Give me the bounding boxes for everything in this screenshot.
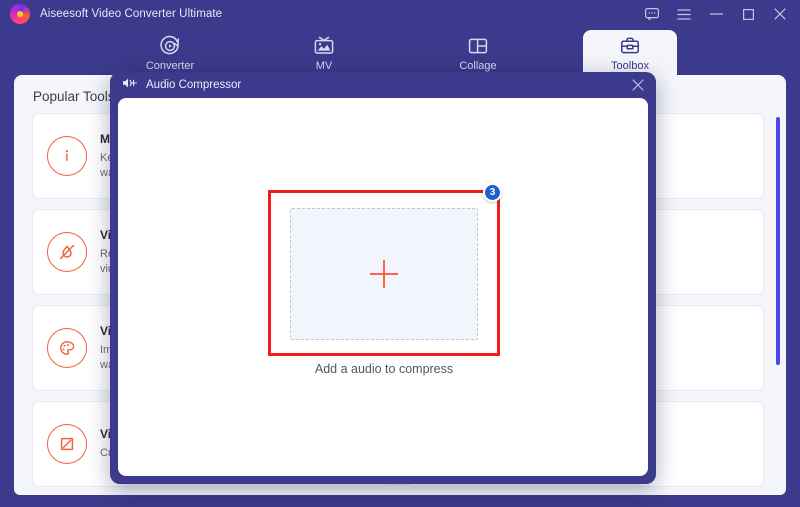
- title-bar: Aiseesoft Video Converter Ultimate: [0, 0, 800, 28]
- section-title: Popular Tools: [33, 89, 115, 104]
- audio-dropzone[interactable]: Add a audio to compress: [276, 208, 492, 388]
- dropzone-area[interactable]: [290, 208, 478, 340]
- audio-compressor-dialog: Audio Compressor Add a audio to compress: [110, 72, 656, 484]
- window-controls: [644, 6, 788, 22]
- tab-toolbox-label: Toolbox: [611, 60, 649, 72]
- tab-toolbox[interactable]: Toolbox: [583, 30, 677, 77]
- tab-mv[interactable]: MV: [277, 30, 371, 77]
- dialog-header: Audio Compressor: [110, 72, 656, 98]
- tab-collage[interactable]: Collage: [431, 30, 525, 77]
- app-title: Aiseesoft Video Converter Ultimate: [40, 8, 223, 20]
- minimize-icon[interactable]: [708, 6, 724, 22]
- annotation-step-badge: 3: [483, 183, 502, 202]
- tab-converter-label: Converter: [145, 60, 195, 72]
- aiseesoft-logo-icon: [10, 4, 30, 24]
- tab-collage-label: Collage: [459, 60, 497, 72]
- dropzone-label: Add a audio to compress: [314, 362, 454, 376]
- close-icon[interactable]: [772, 6, 788, 22]
- tab-mv-label: MV: [315, 60, 333, 72]
- palette-icon: [47, 328, 87, 368]
- application-window: Aiseesoft Video Converter Ultimate Conve…: [0, 0, 800, 507]
- main-nav: Converter MV Collage Toolbox: [0, 28, 800, 77]
- dialog-title: Audio Compressor: [146, 79, 242, 91]
- maximize-icon[interactable]: [740, 6, 756, 22]
- scrollbar-thumb[interactable]: [776, 117, 780, 365]
- dialog-close-icon[interactable]: [630, 77, 646, 93]
- content-scrollbar[interactable]: [776, 117, 780, 457]
- crop-icon: [47, 424, 87, 464]
- watermark-remover-icon: [47, 232, 87, 272]
- menu-icon[interactable]: [676, 6, 692, 22]
- info-icon: [47, 136, 87, 176]
- plus-icon[interactable]: [370, 260, 398, 288]
- dialog-body: Add a audio to compress: [118, 98, 648, 476]
- feedback-icon[interactable]: [644, 6, 660, 22]
- tab-converter[interactable]: Converter: [123, 30, 217, 77]
- speaker-add-icon: [122, 76, 138, 94]
